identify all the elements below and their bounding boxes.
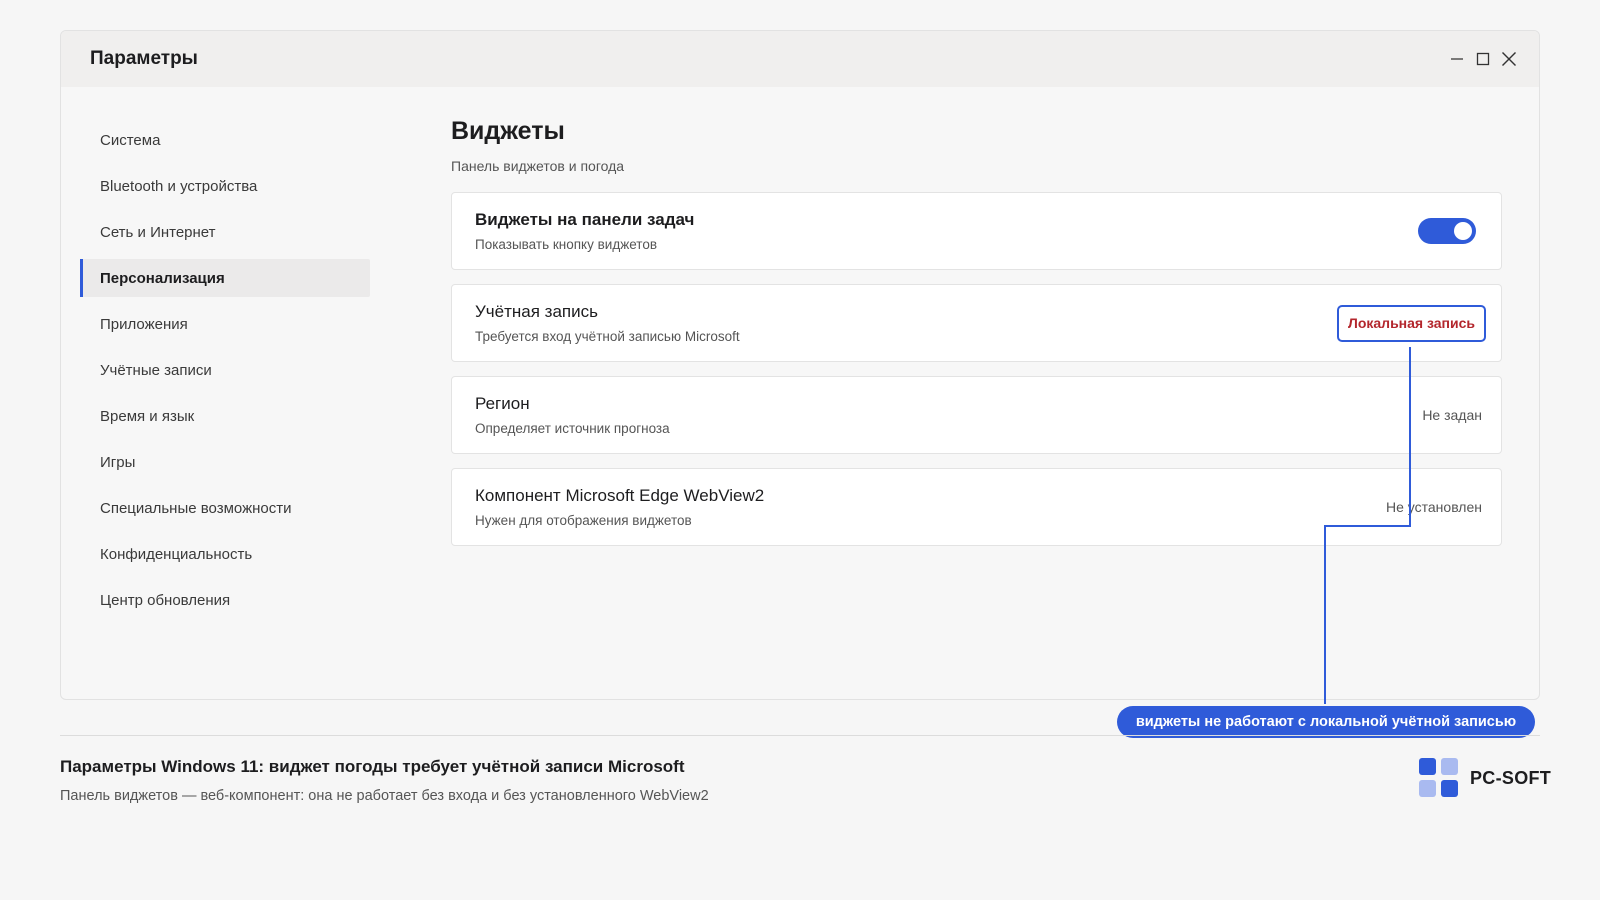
sidebar-item-time-language[interactable]: Время и язык	[80, 397, 370, 435]
webview2-value: Не установлен	[1386, 499, 1482, 515]
account-status-badge[interactable]: Локальная запись	[1337, 304, 1486, 342]
card-title: Компонент Microsoft Edge WebView2	[475, 486, 765, 505]
card-desc: Требуется вход учётной записью Microsoft	[475, 329, 740, 344]
caption-subtitle: Панель виджетов — веб-компонент: она не …	[60, 788, 709, 804]
maximize-icon[interactable]	[1475, 51, 1491, 67]
region-value: Не задан	[1422, 407, 1482, 423]
sidebar-item-update[interactable]: Центр обновления	[80, 581, 370, 619]
card-text: Компонент Microsoft Edge WebView2 Нужен …	[475, 486, 764, 528]
minimize-icon[interactable]	[1449, 51, 1465, 67]
sidebar-item-accounts[interactable]: Учётные записи	[80, 351, 370, 389]
main-content: Виджеты Панель виджетов и погода Виджеты…	[451, 117, 1502, 560]
sidebar-item-network[interactable]: Сеть и Интернет	[80, 213, 370, 251]
sidebar-item-apps[interactable]: Приложения	[80, 305, 370, 343]
card-widgets-taskbar: Виджеты на панели задач Показывать кнопк…	[451, 192, 1502, 270]
card-text: Регион Определяет источник прогноза	[475, 394, 670, 436]
widgets-toggle[interactable]	[1418, 218, 1476, 244]
title-bar: Параметры	[61, 31, 1539, 87]
callout-label: виджеты не работают с локальной учётной …	[1117, 706, 1535, 738]
sidebar: Система Bluetooth и устройства Сеть и Ин…	[80, 121, 370, 627]
brand-logo-icon	[1419, 758, 1459, 798]
card-text: Виджеты на панели задач Показывать кнопк…	[475, 210, 694, 252]
sidebar-item-gaming[interactable]: Игры	[80, 443, 370, 481]
settings-window: Параметры Система Bluetooth и устройства…	[60, 30, 1540, 700]
card-desc: Показывать кнопку виджетов	[475, 237, 657, 252]
card-title: Виджеты на панели задач	[475, 210, 695, 229]
sidebar-item-privacy[interactable]: Конфиденциальность	[80, 535, 370, 573]
card-webview2: Компонент Microsoft Edge WebView2 Нужен …	[451, 468, 1502, 546]
card-region: Регион Определяет источник прогноза Не з…	[451, 376, 1502, 454]
card-text: Учётная запись Требуется вход учётной за…	[475, 302, 740, 344]
card-desc: Определяет источник прогноза	[475, 421, 670, 436]
sidebar-item-accessibility[interactable]: Специальные возможности	[80, 489, 370, 527]
toggle-knob	[1454, 222, 1472, 240]
brand-name: PC-SOFT	[1470, 767, 1552, 788]
card-title: Регион	[475, 394, 530, 413]
settings-cards: Виджеты на панели задач Показывать кнопк…	[451, 192, 1502, 546]
page-subtitle: Панель виджетов и погода	[451, 158, 625, 174]
window-title: Параметры	[90, 48, 198, 69]
close-icon[interactable]	[1501, 51, 1517, 67]
window-controls	[1449, 51, 1517, 67]
page-title: Виджеты	[451, 117, 565, 145]
card-account: Учётная запись Требуется вход учётной за…	[451, 284, 1502, 362]
card-desc: Нужен для отображения виджетов	[475, 513, 692, 528]
sidebar-item-system[interactable]: Система	[80, 121, 370, 159]
sidebar-item-personalization[interactable]: Персонализация	[80, 259, 370, 297]
caption-title: Параметры Windows 11: виджет погоды треб…	[60, 757, 685, 776]
brand: PC-SOFT	[1419, 758, 1551, 798]
card-title: Учётная запись	[475, 302, 598, 321]
caption-divider	[60, 735, 1540, 736]
sidebar-item-bluetooth[interactable]: Bluetooth и устройства	[80, 167, 370, 205]
